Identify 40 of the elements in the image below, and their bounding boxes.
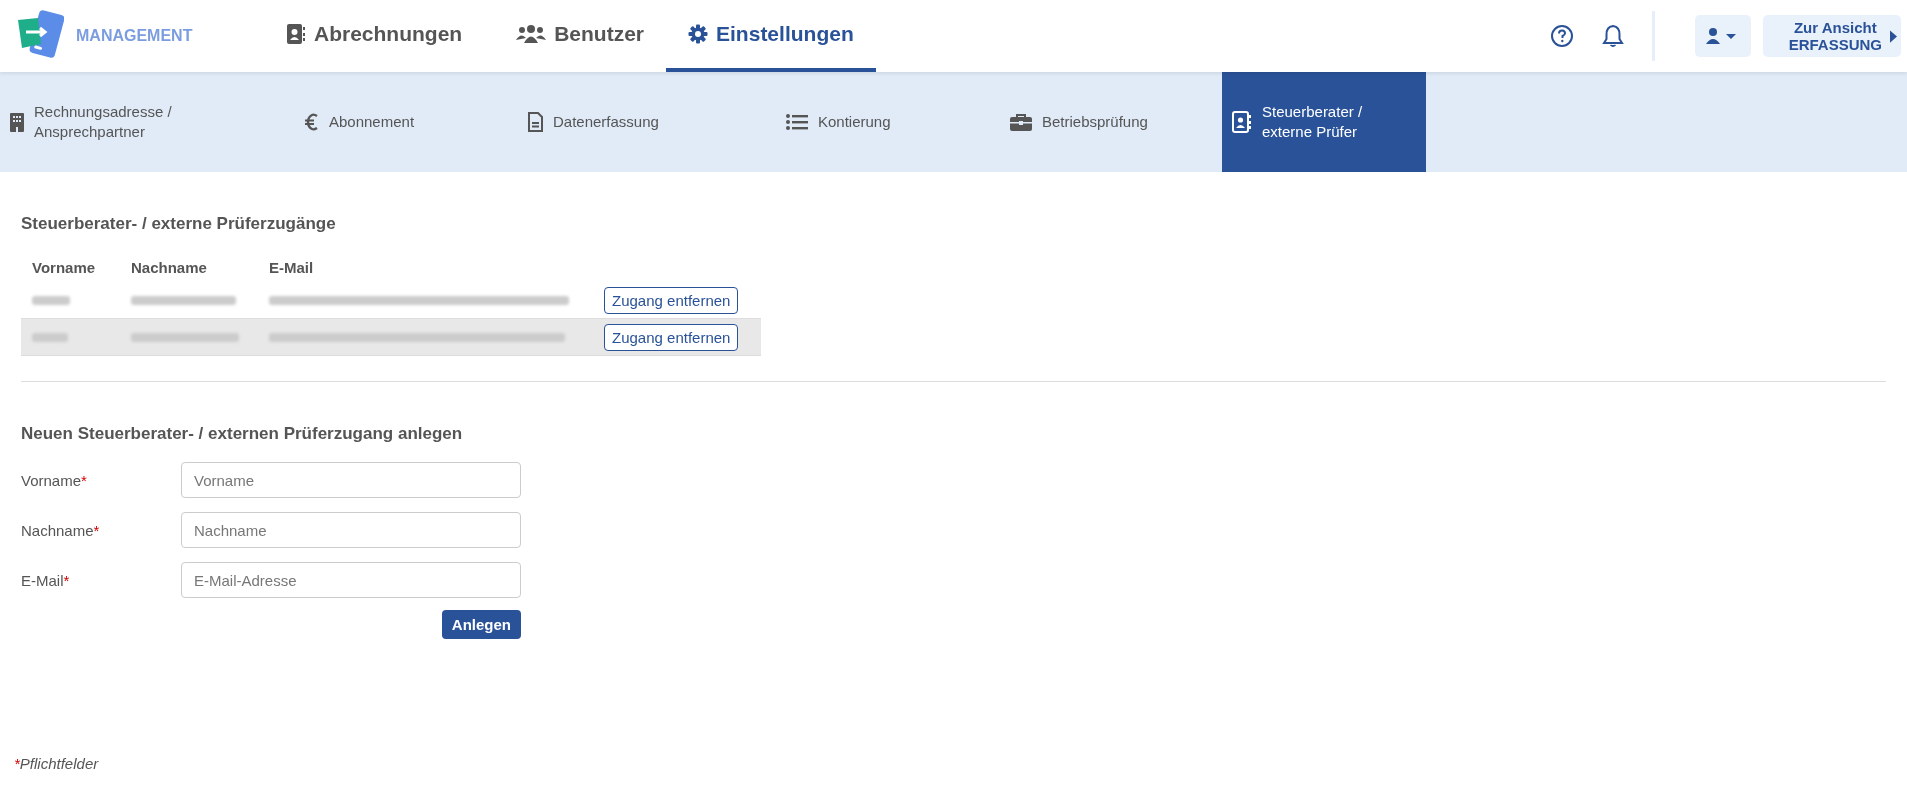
submit-button[interactable]: Anlegen (441, 610, 521, 639)
settings-tab[interactable]: Datenerfassung (528, 72, 776, 172)
settings-tab[interactable]: Rechnungsadresse / Ansprechpartner (0, 72, 287, 172)
input-field[interactable]: Nachname (181, 512, 521, 548)
contact-book-icon (286, 23, 306, 45)
brand-name: MANAGEMENT (76, 27, 193, 45)
section-title: Steuerberater- / externe Prüferzugänge (21, 214, 337, 234)
field-label: Vorname* (21, 471, 88, 489)
footnote: *Pflichtfelder (14, 755, 100, 772)
settings-tab[interactable]: Kontierung (776, 72, 1000, 172)
settings-tab[interactable]: Steuerberater / externe Prüfer (1222, 72, 1426, 172)
settings-tab[interactable]: Abonnement (287, 72, 528, 172)
remove-access-button[interactable]: Zugang entfernen (604, 286, 739, 314)
field-label: Nachname* (21, 521, 101, 539)
notification-icon[interactable] (1601, 24, 1624, 48)
document-icon (528, 112, 543, 132)
building-icon (10, 112, 24, 132)
user-menu-button[interactable] (1694, 15, 1751, 57)
settings-tab[interactable]: Betriebsprüfung (1000, 72, 1222, 172)
input-field[interactable]: Vorname (181, 462, 521, 498)
main-nav-tab[interactable]: Abrechnungen (264, 0, 485, 72)
remove-access-button[interactable]: Zugang entfernen (604, 323, 739, 351)
field-label: E-Mail* (21, 571, 71, 589)
column-header: Vorname (31, 258, 97, 276)
euro-icon (305, 113, 319, 131)
list-icon (786, 114, 808, 130)
users-icon (516, 24, 547, 44)
switch-view-button[interactable]: Zur Ansicht ERFASSUNG (1762, 15, 1901, 57)
blurred-text (32, 332, 68, 342)
caret-icon (1890, 29, 1897, 43)
main-nav-tab[interactable]: Benutzer (494, 0, 667, 72)
briefcase-icon (1010, 113, 1032, 131)
blurred-text (32, 295, 70, 305)
help-icon[interactable] (1549, 24, 1574, 48)
settings-icon (688, 24, 709, 44)
input-field[interactable]: E-Mail-Adresse (181, 562, 521, 598)
column-header: E-Mail (269, 258, 315, 276)
contact-book-icon (1232, 111, 1252, 133)
column-header: Nachname (131, 258, 208, 276)
section-title: Neuen Steuerberater- / externen Prüferzugang anlegen (21, 424, 464, 444)
